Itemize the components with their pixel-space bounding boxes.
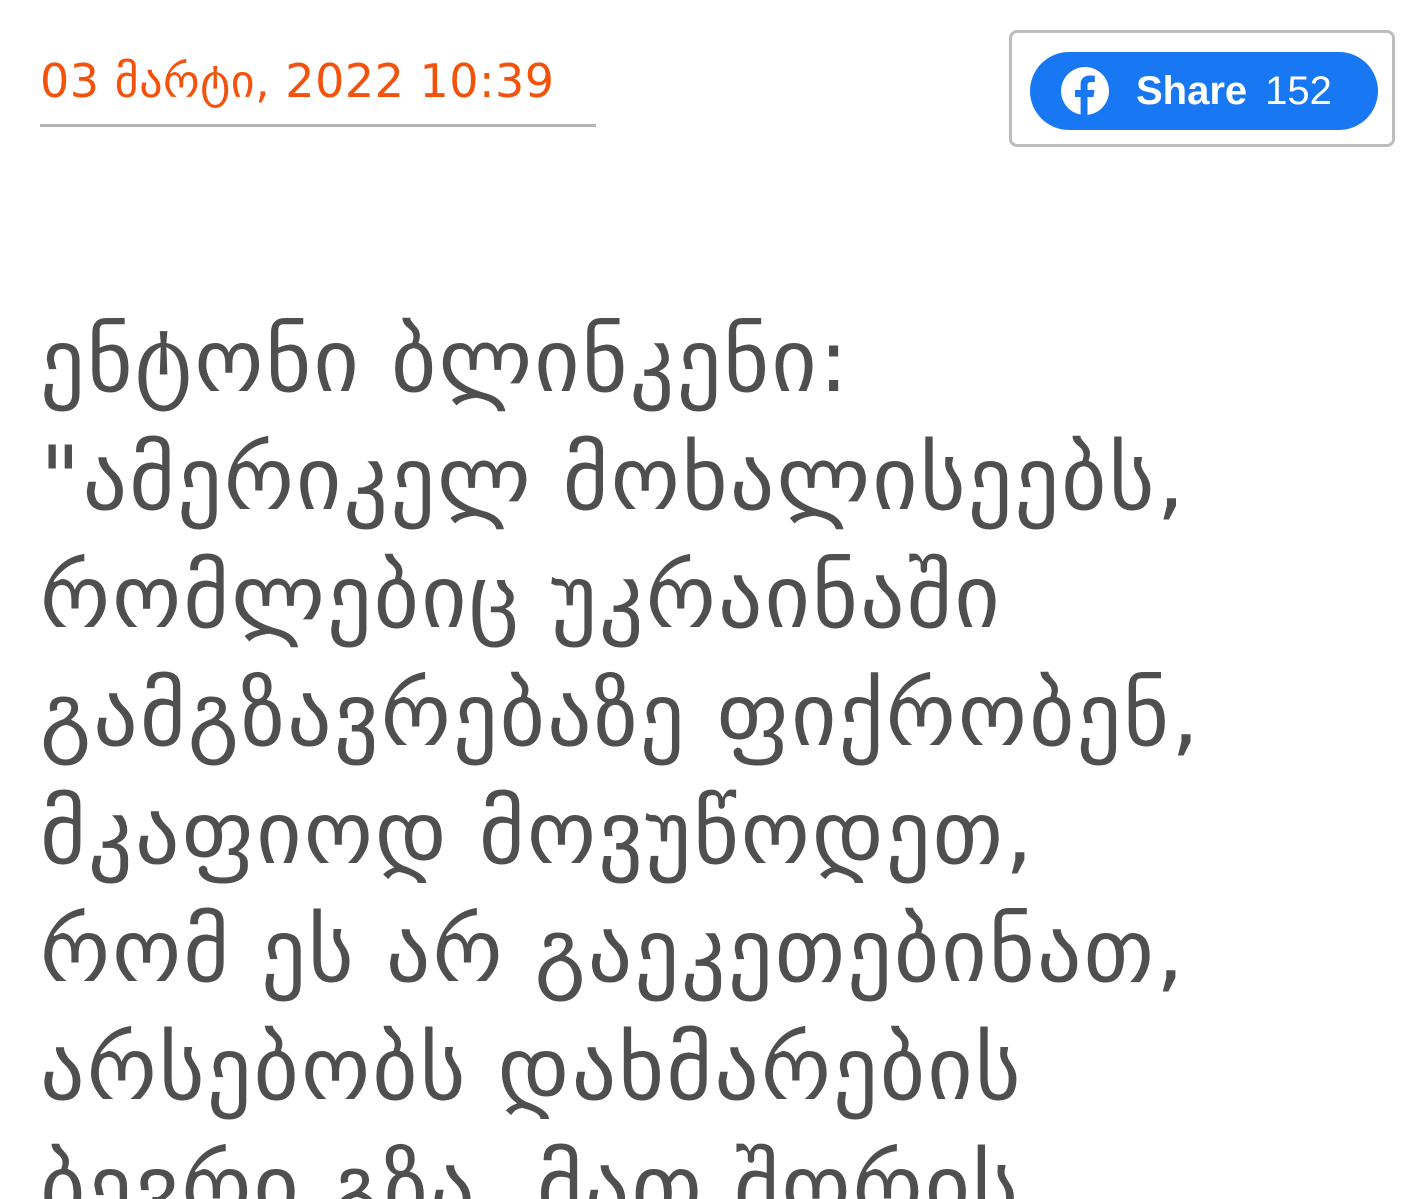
article-date-block: 03 მარტი, 2022 10:39 [40,52,596,127]
share-label: Share [1136,69,1248,113]
title-line: არსებობს დახმარების [40,1017,1023,1120]
title-line: გამგზავრებაზე ფიქრობენ, [40,663,1202,766]
facebook-share-button[interactable]: Share 152 [1030,52,1378,130]
title-line: "ამერიკელ მოხალისეებს, [40,427,1187,530]
title-line: ენტონი ბლინკენი: [40,309,851,412]
title-line: ბევრი გზა, მათ შორის [40,1135,1021,1199]
article-title: ენტონი ბლინკენი: "ამერიკელ მოხალისეებს, … [40,302,1400,1199]
facebook-share-widget: Share 152 [1009,30,1395,147]
facebook-icon [1060,66,1110,116]
share-count: 152 [1265,69,1332,113]
title-line: რომლებიც უკრაინაში [40,545,1002,648]
article-page: 03 მარტი, 2022 10:39 Share 152 ენტონი ბლ… [0,0,1424,1199]
title-line: მკაფიოდ მოვუწოდეთ, [40,781,1035,884]
title-line: რომ ეს არ გაეკეთებინათ, [40,899,1186,1002]
article-date: 03 მარტი, 2022 10:39 [40,54,555,108]
